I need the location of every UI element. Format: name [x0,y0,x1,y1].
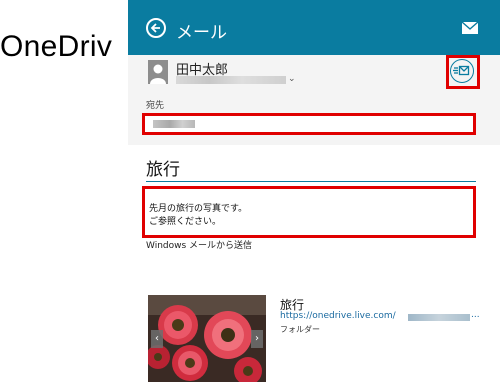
next-arrow-icon[interactable]: › [251,330,263,348]
attachment-thumbnail[interactable]: ‹ › [148,295,266,382]
chevron-down-icon[interactable]: ⌄ [288,74,296,84]
sender-avatar [148,60,168,84]
to-label: 宛先 [146,101,165,111]
sender-address [176,76,286,84]
message-body-field[interactable]: 先月の旅行の写真です。 ご参照ください。 [142,186,476,238]
prev-arrow-icon[interactable]: ‹ [151,330,163,348]
attachment-type: フォルダー [280,325,320,334]
attachment-link[interactable]: https://onedrive.live.com/ [280,311,396,321]
message-body-line: ご参照ください。 [149,217,222,227]
send-icon [450,59,474,83]
mail-icon[interactable] [462,22,478,34]
send-button[interactable] [446,55,480,89]
message-body-line: 先月の旅行の写真です。 [149,204,248,214]
recipient-value [153,120,195,128]
app-title: OneDriv [0,30,113,63]
mail-header: メール [128,0,500,55]
attachment-link-ellipsis: ... [471,310,480,320]
signature-text: Windows メールから送信 [146,241,253,251]
to-field[interactable] [142,113,476,135]
attachment-link-redacted [408,314,470,321]
flower-photo [148,295,266,382]
mail-share-pane: メール 田中太郎 ⌄ 宛先 旅行 先月の旅行の写真です。 ご参照ください。 Wi… [128,0,500,390]
back-arrow-icon [150,23,160,33]
header-title: メール [176,23,227,43]
compose-area: 田中太郎 ⌄ 宛先 [128,55,500,145]
subject-field[interactable]: 旅行 [146,155,180,180]
back-button[interactable] [146,18,166,38]
person-icon [148,60,168,84]
subject-underline [146,181,476,182]
